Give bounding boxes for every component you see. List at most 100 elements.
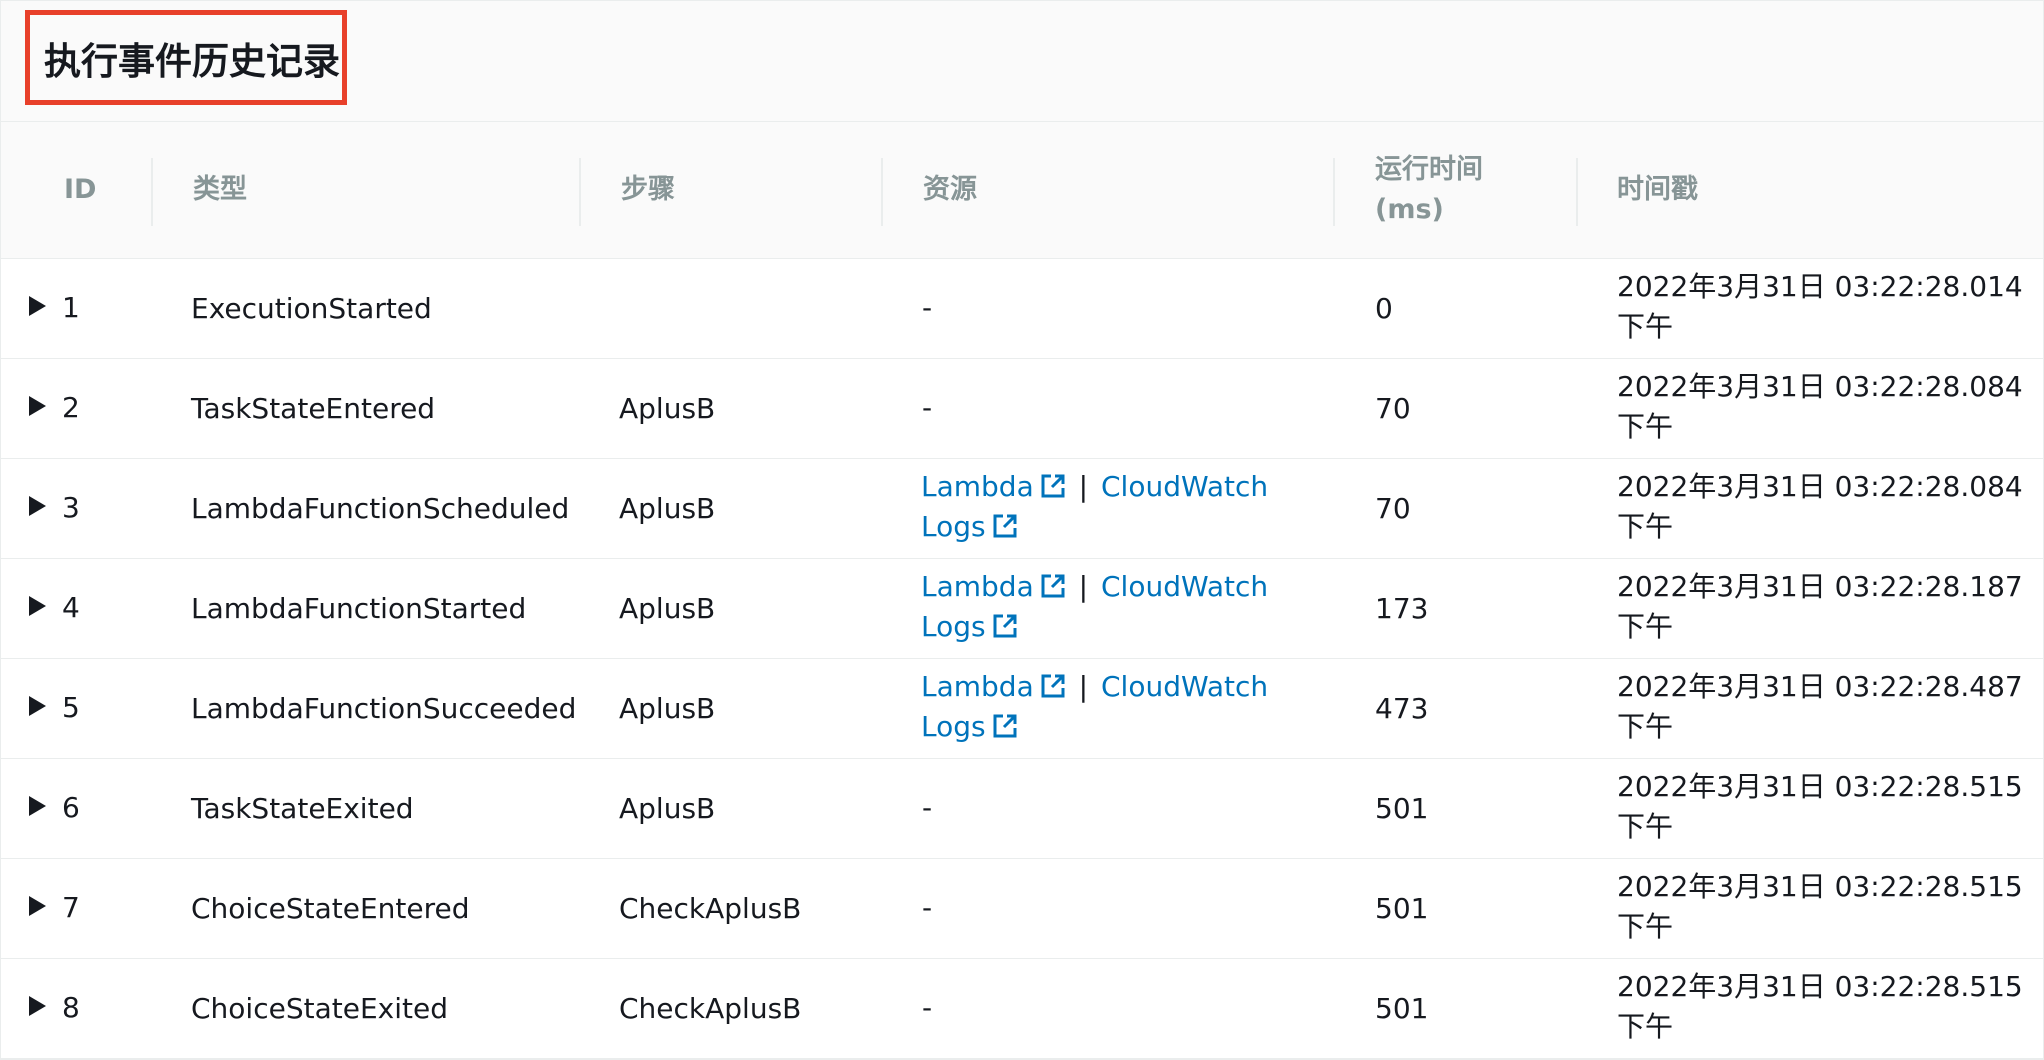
panel-header: 执行事件历史记录: [1, 1, 2043, 122]
resource-links: Lambda | CloudWatch Logs: [921, 667, 1268, 747]
row-id: 4: [62, 591, 80, 624]
row-step: CheckAplusB: [619, 892, 802, 925]
logs-link-label: Logs: [921, 510, 986, 543]
external-link-icon: [993, 514, 1017, 538]
column-divider: [151, 158, 153, 226]
row-runtime: 70: [1375, 492, 1411, 525]
caret-right-icon[interactable]: [29, 896, 46, 916]
resource-empty: -: [922, 991, 933, 1024]
column-header-runtime[interactable]: 运行时间 (ms): [1375, 122, 1483, 258]
row-runtime: 501: [1375, 892, 1429, 925]
column-header-type[interactable]: 类型: [193, 122, 247, 258]
column-divider: [1333, 158, 1335, 226]
logs-link-label: Logs: [921, 710, 986, 743]
column-header-resource-label: 资源: [923, 174, 977, 205]
row-type: ChoiceStateEntered: [191, 892, 470, 925]
external-link-icon: [1041, 574, 1065, 598]
row-timestamp-datetime: 2022年3月31日 03:22:28.187: [1617, 570, 2023, 603]
row-id: 5: [62, 691, 80, 724]
resource-links: Lambda | CloudWatch Logs: [921, 467, 1268, 547]
cloudwatch-logs-link[interactable]: Logs: [921, 510, 1018, 543]
row-timestamp-datetime: 2022年3月31日 03:22:28.014: [1617, 270, 2023, 303]
row-runtime: 501: [1375, 792, 1429, 825]
cloudwatch-logs-link[interactable]: CloudWatch: [1101, 670, 1268, 703]
row-timestamp: 2022年3月31日 03:22:28.084 下午: [1617, 467, 2023, 547]
row-step: AplusB: [619, 392, 716, 425]
row-timestamp: 2022年3月31日 03:22:28.515 下午: [1617, 767, 2023, 847]
row-timestamp-datetime: 2022年3月31日 03:22:28.084: [1617, 370, 2023, 403]
column-header-type-label: 类型: [193, 174, 247, 205]
row-timestamp-datetime: 2022年3月31日 03:22:28.515: [1617, 870, 2023, 903]
row-id: 8: [62, 991, 80, 1024]
row-timestamp-period: 下午: [1617, 910, 1674, 943]
row-runtime: 173: [1375, 592, 1429, 625]
column-divider: [579, 158, 581, 226]
row-id: 6: [62, 791, 80, 824]
table-row: 5 LambdaFunctionSucceeded AplusB Lambda …: [1, 659, 2043, 759]
row-timestamp: 2022年3月31日 03:22:28.515 下午: [1617, 867, 2023, 947]
external-link-icon: [1041, 674, 1065, 698]
link-separator: |: [1069, 470, 1097, 503]
lambda-link-label: Lambda: [921, 470, 1034, 503]
resource-links: Lambda | CloudWatch Logs: [921, 567, 1268, 647]
column-header-id[interactable]: ID: [64, 122, 96, 258]
row-type: TaskStateExited: [191, 792, 414, 825]
caret-right-icon[interactable]: [29, 496, 46, 516]
lambda-link[interactable]: Lambda: [921, 570, 1066, 603]
table-row: 7 ChoiceStateEntered CheckAplusB - 501 2…: [1, 859, 2043, 959]
caret-right-icon[interactable]: [29, 396, 46, 416]
row-timestamp: 2022年3月31日 03:22:28.014 下午: [1617, 267, 2023, 347]
row-timestamp: 2022年3月31日 03:22:28.084 下午: [1617, 367, 2023, 447]
table-row: 3 LambdaFunctionScheduled AplusB Lambda …: [1, 459, 2043, 559]
row-id: 1: [62, 291, 80, 324]
column-header-runtime-label: 运行时间: [1375, 154, 1483, 185]
logs-link-label: Logs: [921, 610, 986, 643]
resource-empty: -: [922, 791, 933, 824]
row-type: LambdaFunctionScheduled: [191, 492, 570, 525]
title-highlight-box: 执行事件历史记录: [25, 10, 347, 105]
row-timestamp: 2022年3月31日 03:22:28.515 下午: [1617, 967, 2023, 1047]
row-timestamp: 2022年3月31日 03:22:28.487 下午: [1617, 667, 2023, 747]
link-separator: |: [1069, 670, 1097, 703]
resource-empty: -: [922, 291, 933, 324]
event-table-body: 1 ExecutionStarted - 0 2022年3月31日 03:22:…: [1, 259, 2043, 1059]
column-header-timestamp-label: 时间戳: [1617, 174, 1698, 205]
column-header-resource[interactable]: 资源: [923, 122, 977, 258]
cloudwatch-logs-link[interactable]: Logs: [921, 610, 1018, 643]
row-runtime: 70: [1375, 392, 1411, 425]
lambda-link[interactable]: Lambda: [921, 670, 1066, 703]
caret-right-icon[interactable]: [29, 996, 46, 1016]
row-timestamp-period: 下午: [1617, 810, 1674, 843]
event-history-panel: 执行事件历史记录 ID 类型 步骤 资源 运行时间 (ms) 时间戳 1 Exe…: [0, 0, 2044, 1060]
row-step: AplusB: [619, 492, 716, 525]
row-step: CheckAplusB: [619, 992, 802, 1025]
table-row: 4 LambdaFunctionStarted AplusB Lambda | …: [1, 559, 2043, 659]
caret-right-icon[interactable]: [29, 296, 46, 316]
row-timestamp-datetime: 2022年3月31日 03:22:28.084: [1617, 470, 2023, 503]
row-type: LambdaFunctionStarted: [191, 592, 527, 625]
resource-empty: -: [922, 891, 933, 924]
row-step: AplusB: [619, 692, 716, 725]
cloudwatch-logs-link[interactable]: CloudWatch: [1101, 570, 1268, 603]
external-link-icon: [1041, 474, 1065, 498]
row-type: TaskStateEntered: [191, 392, 436, 425]
caret-right-icon[interactable]: [29, 796, 46, 816]
row-type: ChoiceStateExited: [191, 992, 448, 1025]
row-timestamp-period: 下午: [1617, 310, 1674, 343]
lambda-link[interactable]: Lambda: [921, 470, 1066, 503]
row-timestamp-datetime: 2022年3月31日 03:22:28.515: [1617, 970, 2023, 1003]
column-header-step[interactable]: 步骤: [621, 122, 675, 258]
caret-right-icon[interactable]: [29, 696, 46, 716]
link-separator: |: [1069, 570, 1097, 603]
column-header-timestamp[interactable]: 时间戳: [1617, 122, 1698, 258]
lambda-link-label: Lambda: [921, 670, 1034, 703]
cloudwatch-logs-link[interactable]: CloudWatch: [1101, 470, 1268, 503]
caret-right-icon[interactable]: [29, 596, 46, 616]
row-step: AplusB: [619, 792, 716, 825]
cloudwatch-logs-link[interactable]: Logs: [921, 710, 1018, 743]
row-timestamp-period: 下午: [1617, 610, 1674, 643]
table-row: 6 TaskStateExited AplusB - 501 2022年3月31…: [1, 759, 2043, 859]
row-timestamp-period: 下午: [1617, 1010, 1674, 1043]
external-link-icon: [993, 614, 1017, 638]
column-divider: [881, 158, 883, 226]
